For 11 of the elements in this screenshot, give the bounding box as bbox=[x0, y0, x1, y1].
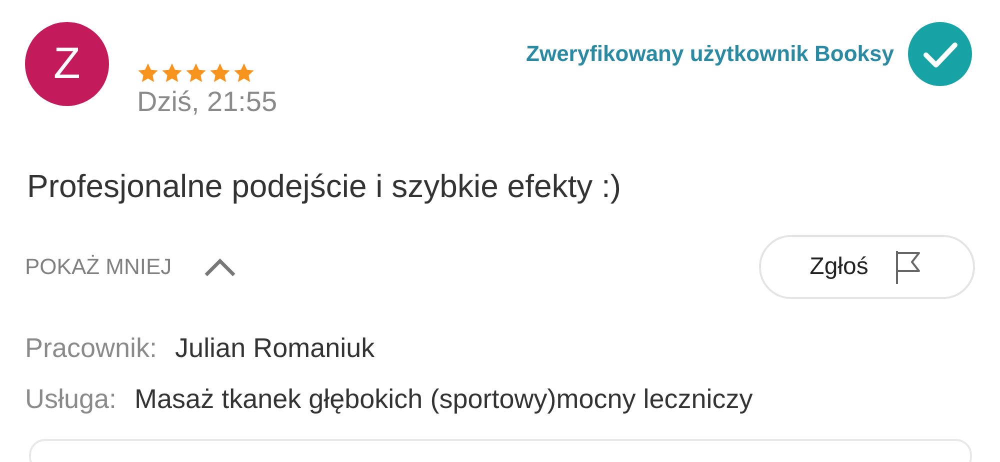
report-button[interactable]: Zgłoś bbox=[759, 235, 975, 299]
avatar: Z bbox=[25, 22, 109, 106]
review-text: Profesjonalne podejście i szybkie efekty :) bbox=[27, 168, 622, 205]
show-less-toggle[interactable]: POKAŻ MNIEJ bbox=[25, 254, 238, 280]
review-date: Dziś, 21:55 bbox=[137, 86, 278, 118]
detail-label: Usługa: bbox=[25, 384, 117, 414]
detail-label: Pracownik: bbox=[25, 333, 158, 363]
checkmark-icon bbox=[908, 22, 972, 86]
detail-value: Masaż tkanek głębokich (sportowy)mocny leczniczy bbox=[134, 384, 753, 414]
verified-label: Zweryfikowany użytkownik Booksy bbox=[526, 41, 894, 67]
detail-value: Julian Romaniuk bbox=[175, 333, 375, 363]
